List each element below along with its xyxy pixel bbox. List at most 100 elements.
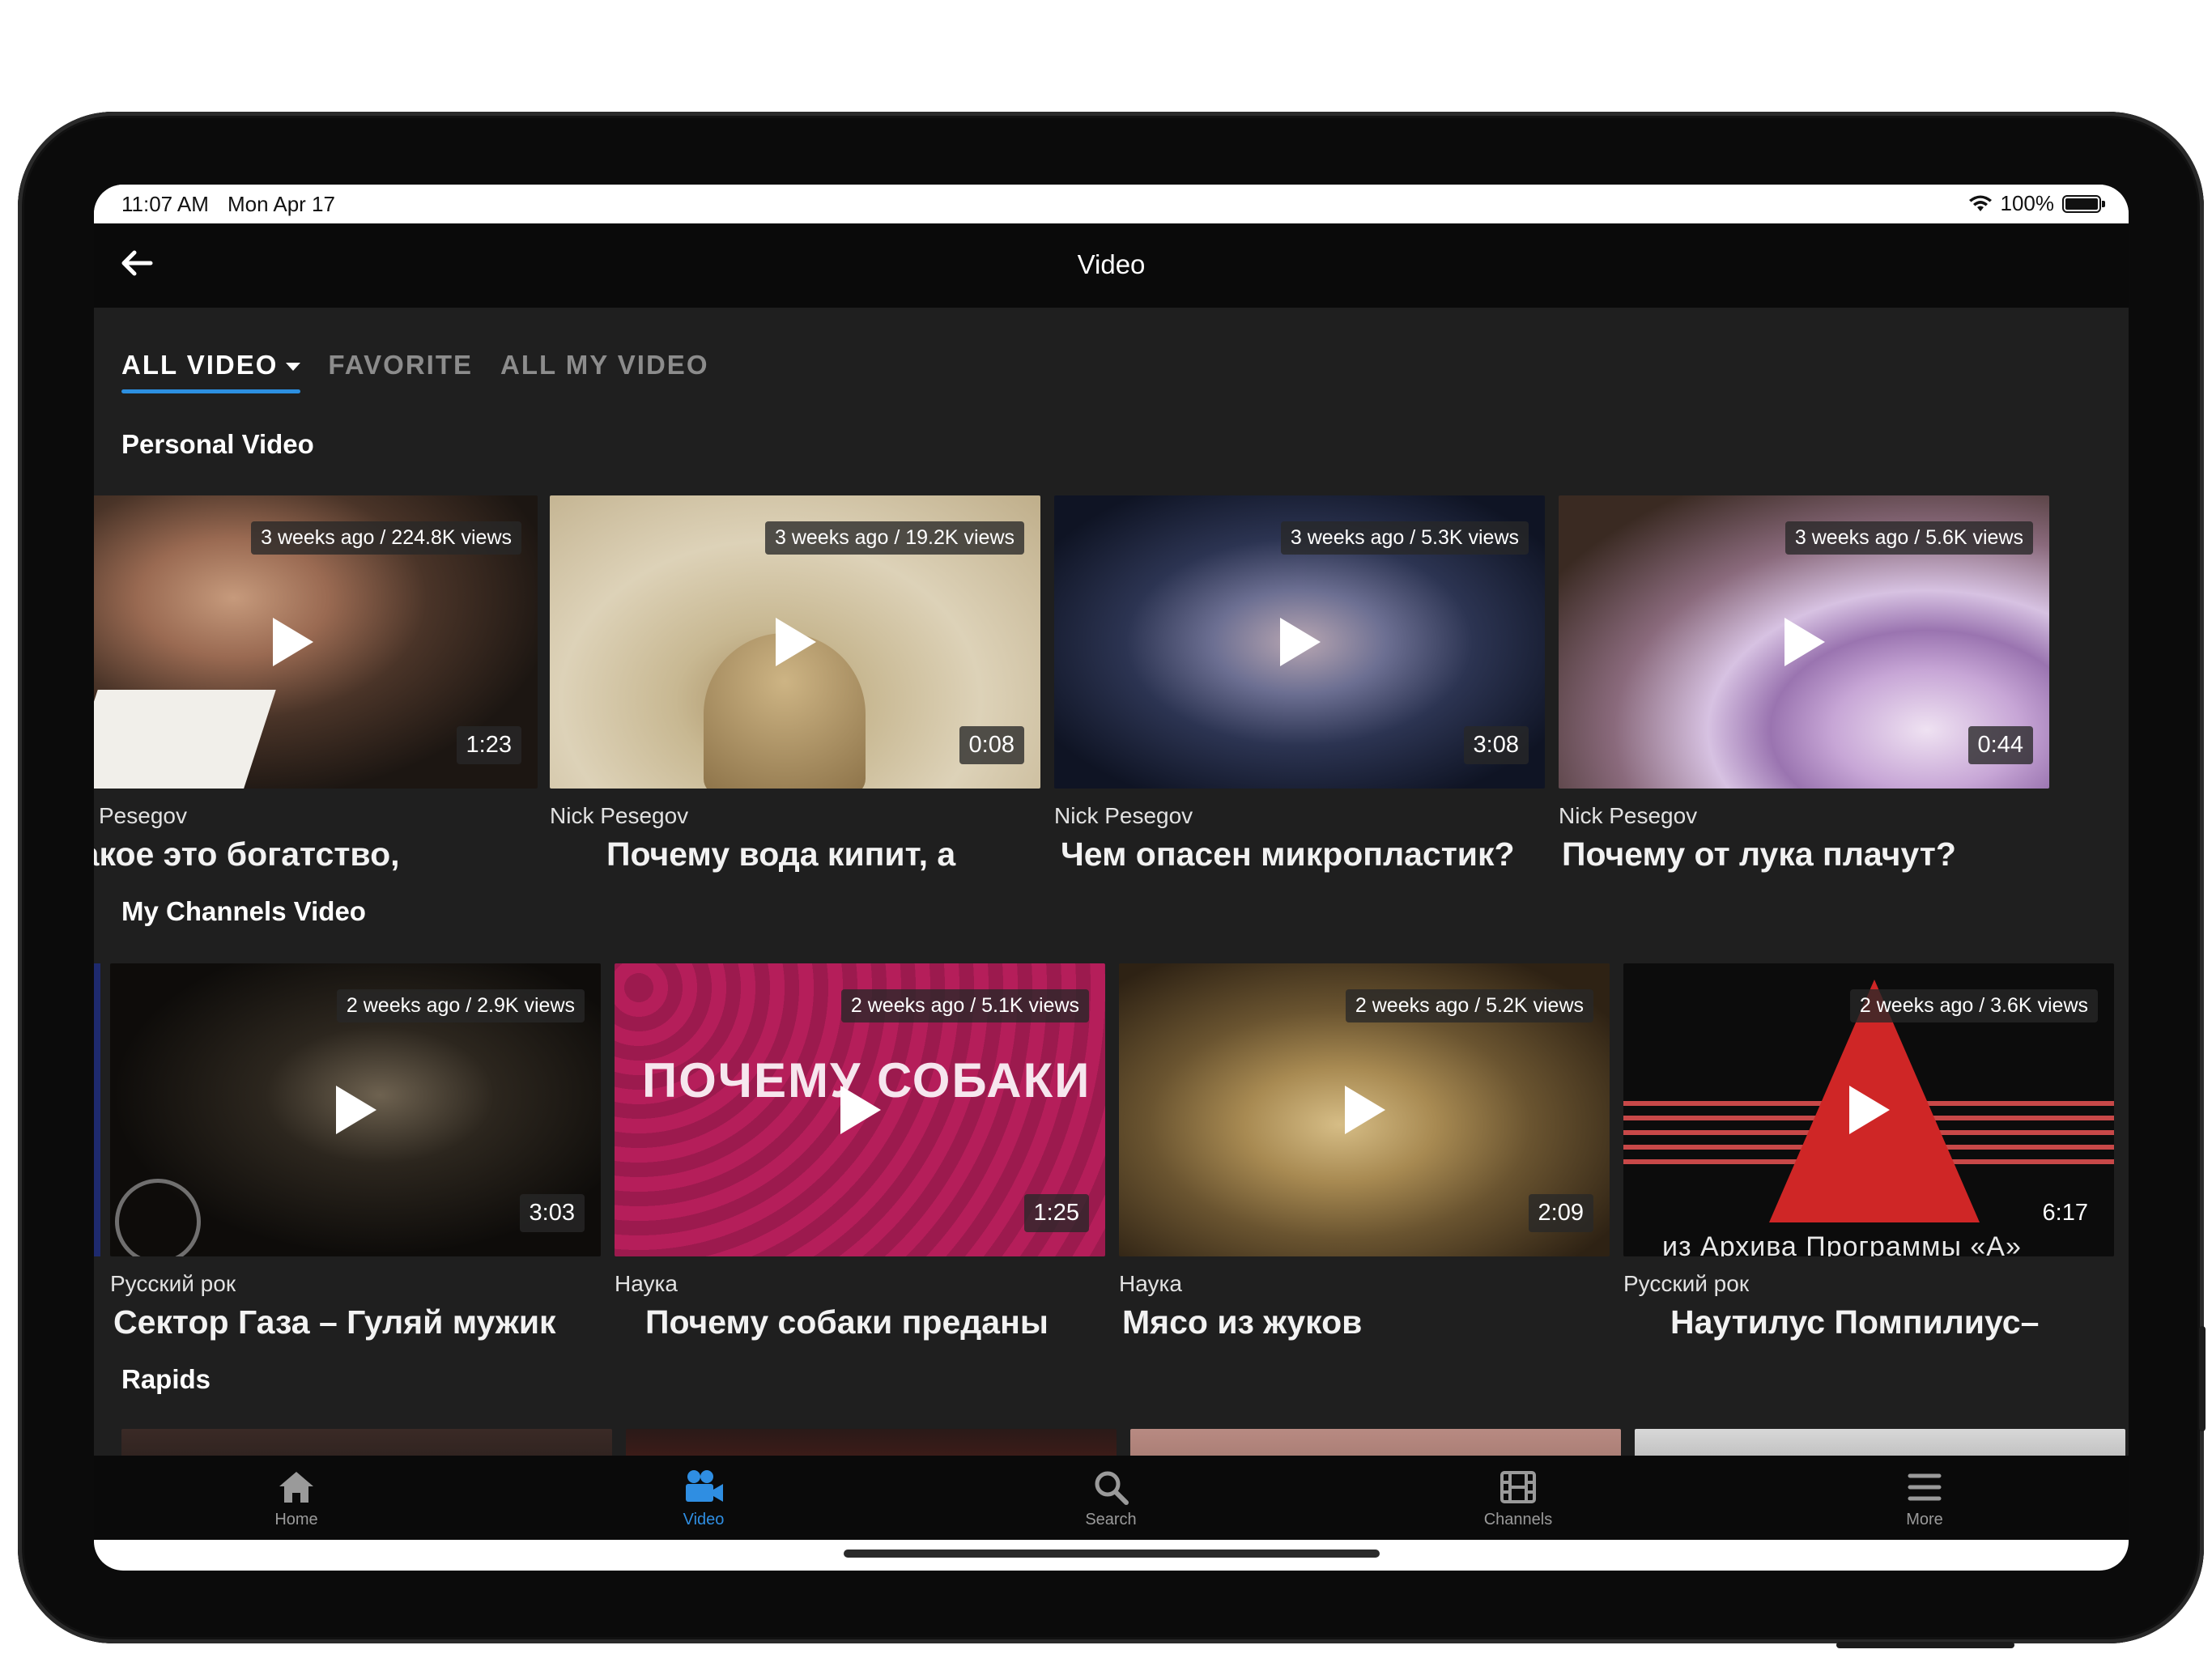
tab-bar-more[interactable]: More bbox=[1860, 1464, 1989, 1529]
duration-badge: 0:44 bbox=[1967, 726, 2033, 764]
video-channel: Русский рок bbox=[110, 1271, 236, 1296]
video-title: Чем опасен микропластик? bbox=[1061, 835, 1515, 873]
duration-badge: 6:17 bbox=[2042, 1200, 2088, 1226]
video-thumbnail[interactable]: 3 weeks ago / 5.3K views 3:08 bbox=[1054, 495, 1545, 789]
video-meta-badge: 2 weeks ago / 3.6K views bbox=[1849, 989, 2098, 1022]
video-channel: Русский рок bbox=[1623, 1271, 1750, 1296]
video-title: ' какое это богатство, bbox=[94, 835, 400, 873]
wifi-icon bbox=[1968, 195, 1992, 211]
play-icon bbox=[1345, 1086, 1385, 1134]
side-button bbox=[2199, 1326, 2206, 1431]
channel-logo-watermark bbox=[115, 1179, 201, 1256]
video-title: Сектор Газа – Гуляй мужик bbox=[113, 1303, 556, 1341]
thumb-shirt-shape bbox=[94, 690, 276, 789]
video-card[interactable]: 3 weeks ago / 224.8K views 1:23 Pesegov … bbox=[94, 495, 538, 878]
home-indicator[interactable] bbox=[844, 1550, 1380, 1558]
section-title-channels: My Channels Video bbox=[121, 896, 366, 926]
video-camera-icon bbox=[639, 1464, 768, 1511]
tab-bar-label: Home bbox=[274, 1511, 318, 1528]
previous-card-edge bbox=[94, 963, 100, 1256]
section-title-personal: Personal Video bbox=[121, 429, 314, 459]
video-meta-badge: 3 weeks ago / 5.3K views bbox=[1280, 521, 1529, 555]
home-icon bbox=[232, 1464, 361, 1511]
section-title-rapids: Rapids bbox=[121, 1364, 211, 1394]
tab-label: ALL MY VIDEO bbox=[500, 350, 709, 380]
tab-label: ALL VIDEO bbox=[121, 350, 279, 380]
tab-all-my-video[interactable]: ALL MY VIDEO bbox=[500, 350, 708, 393]
play-icon bbox=[776, 618, 816, 666]
video-thumbnail[interactable]: 2 weeks ago / 2.9K views 3:03 bbox=[110, 963, 601, 1256]
tab-bar-label: More bbox=[1906, 1511, 1943, 1528]
battery-percent: 100% bbox=[2000, 191, 2055, 215]
video-channel: Nick Pesegov bbox=[1559, 803, 1698, 828]
play-icon bbox=[1849, 1086, 1890, 1134]
video-card[interactable]: 2 weeks ago / 5.2K views 2:09 Наука Мясо… bbox=[1119, 963, 1610, 1346]
tab-bar-label: Search bbox=[1085, 1511, 1137, 1528]
play-icon bbox=[1280, 618, 1321, 666]
duration-badge: 1:23 bbox=[456, 726, 521, 764]
duration-badge: 1:25 bbox=[1023, 1194, 1089, 1232]
rapid-thumbnail[interactable] bbox=[1130, 1429, 1621, 1456]
video-card[interactable]: ПОЧЕМУ СОБАКИ 2 weeks ago / 5.1K views 1… bbox=[615, 963, 1105, 1346]
tab-bar-search[interactable]: Search bbox=[1046, 1464, 1176, 1529]
video-thumbnail[interactable]: из Архива Программы «А» 2 weeks ago / 3.… bbox=[1623, 963, 2114, 1256]
tab-favorite[interactable]: FAVORITE bbox=[328, 350, 473, 393]
duration-badge: 2:09 bbox=[1528, 1194, 1593, 1232]
top-button bbox=[1836, 1642, 2014, 1648]
rapid-thumbnail[interactable] bbox=[626, 1429, 1117, 1456]
video-title: Наутилус Помпилиус– bbox=[1670, 1303, 2040, 1341]
tab-label: FAVORITE bbox=[328, 350, 473, 380]
video-meta-badge: 2 weeks ago / 5.1K views bbox=[840, 989, 1089, 1022]
battery-icon bbox=[2062, 194, 2105, 213]
duration-badge: 0:08 bbox=[959, 726, 1024, 764]
page-title: Video bbox=[1077, 249, 1146, 279]
nav-header: Video bbox=[94, 223, 2129, 308]
video-title: Почему вода кипит, а bbox=[606, 835, 956, 873]
video-title: Почему от лука плачут? bbox=[1562, 835, 1956, 873]
video-channel: Pesegov bbox=[99, 803, 187, 828]
video-channel: Наука bbox=[1119, 1271, 1182, 1296]
thumbnail-caption: из Архива Программы «А» bbox=[1662, 1231, 2022, 1256]
video-card[interactable]: 3 weeks ago / 19.2K views 0:08 Nick Pese… bbox=[550, 495, 1040, 878]
video-meta-badge: 3 weeks ago / 5.6K views bbox=[1784, 521, 2033, 555]
tab-bar-label: Channels bbox=[1483, 1511, 1553, 1528]
filter-tabs: ALL VIDEO FAVORITE ALL MY VIDEO bbox=[121, 350, 708, 393]
video-channel: Наука bbox=[615, 1271, 678, 1296]
duration-badge: 3:03 bbox=[519, 1194, 585, 1232]
video-meta-badge: 3 weeks ago / 19.2K views bbox=[765, 521, 1024, 555]
video-thumbnail[interactable]: 3 weeks ago / 19.2K views 0:08 bbox=[550, 495, 1040, 789]
video-channel: Nick Pesegov bbox=[550, 803, 689, 828]
video-meta-badge: 2 weeks ago / 2.9K views bbox=[336, 989, 585, 1022]
video-card[interactable]: 3 weeks ago / 5.6K views 0:44 Nick Peseg… bbox=[1559, 495, 2049, 878]
video-card[interactable]: из Архива Программы «А» 2 weeks ago / 3.… bbox=[1623, 963, 2114, 1346]
duration-badge: 3:08 bbox=[1463, 726, 1529, 764]
tab-bar-channels[interactable]: Channels bbox=[1453, 1464, 1583, 1529]
video-card[interactable]: 2 weeks ago / 2.9K views 3:03 Русский ро… bbox=[110, 963, 601, 1346]
video-channel: Nick Pesegov bbox=[1054, 803, 1193, 828]
caret-down-icon bbox=[286, 363, 301, 372]
play-icon bbox=[273, 618, 313, 666]
menu-icon bbox=[1860, 1464, 1989, 1511]
tab-bar-home[interactable]: Home bbox=[232, 1464, 361, 1529]
video-title: Почему собаки преданы bbox=[645, 1303, 1049, 1341]
video-meta-badge: 3 weeks ago / 224.8K views bbox=[251, 521, 521, 555]
video-card[interactable]: 3 weeks ago / 5.3K views 3:08 Nick Peseg… bbox=[1054, 495, 1545, 878]
rapid-thumbnail[interactable] bbox=[1635, 1429, 2125, 1456]
status-right: 100% bbox=[1968, 191, 2105, 216]
bottom-tab-bar: Home Video Search Channels More bbox=[94, 1456, 2129, 1540]
video-meta-badge: 2 weeks ago / 5.2K views bbox=[1345, 989, 1593, 1022]
video-content: ALL VIDEO FAVORITE ALL MY VIDEO Personal… bbox=[94, 308, 2129, 1456]
tab-bar-video[interactable]: Video bbox=[639, 1464, 768, 1529]
video-thumbnail[interactable]: 3 weeks ago / 5.6K views 0:44 bbox=[1559, 495, 2049, 789]
video-title: Мясо из жуков bbox=[1122, 1303, 1363, 1341]
status-bar: 11:07 AM Mon Apr 17 100% bbox=[94, 185, 2129, 223]
tab-all-video[interactable]: ALL VIDEO bbox=[121, 350, 301, 393]
status-date: Mon Apr 17 bbox=[228, 192, 335, 216]
tab-bar-label: Video bbox=[683, 1511, 725, 1528]
rapid-thumbnail[interactable] bbox=[121, 1429, 612, 1456]
search-icon bbox=[1046, 1464, 1176, 1511]
screen: 11:07 AM Mon Apr 17 100% Video ALL VIDEO… bbox=[94, 185, 2129, 1571]
video-thumbnail[interactable]: 2 weeks ago / 5.2K views 2:09 bbox=[1119, 963, 1610, 1256]
video-thumbnail[interactable]: 3 weeks ago / 224.8K views 1:23 bbox=[94, 495, 538, 789]
video-thumbnail[interactable]: ПОЧЕМУ СОБАКИ 2 weeks ago / 5.1K views 1… bbox=[615, 963, 1105, 1256]
